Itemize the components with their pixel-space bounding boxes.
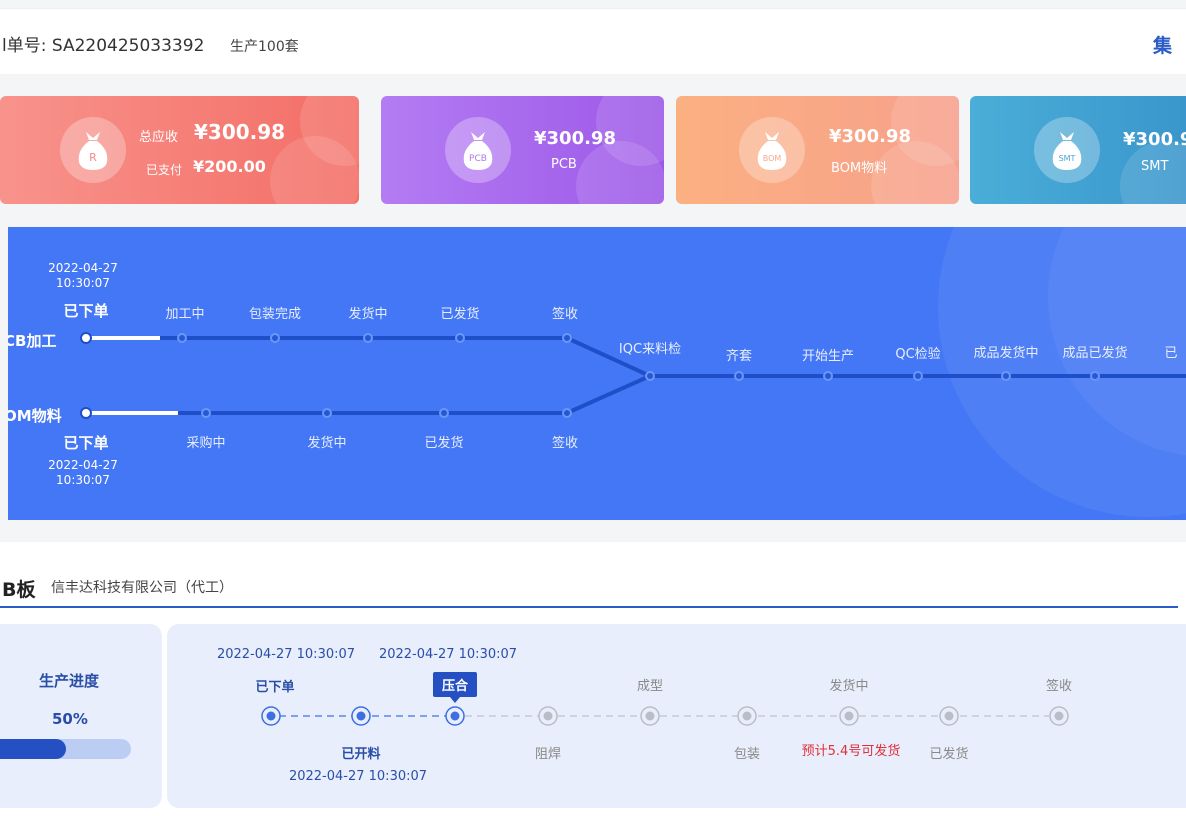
merged-step-4: QC检验 — [895, 347, 941, 362]
section-gap — [0, 520, 1186, 542]
step-date-pressing: 2022-04-27 10:30:07 — [378, 647, 518, 662]
smt-cost-amount: ¥300.9 — [1123, 129, 1186, 150]
order-quantity: 生产100套 — [230, 39, 299, 55]
pcb-row-label: CB加工 — [8, 332, 57, 350]
svg-text:R: R — [89, 151, 97, 164]
step-node-pending — [939, 706, 959, 726]
section-divider — [0, 606, 1178, 608]
pcb-cost-label: PCB — [551, 157, 577, 172]
merged-step-2: 齐套 — [725, 349, 753, 364]
bom-step-2: 发货中 — [307, 436, 347, 451]
bom-cost-label: BOM物料 — [831, 161, 888, 176]
step-label-ordered: 已下单 — [255, 680, 295, 695]
bom-cost-card[interactable]: BOM ¥300.98 BOM物料 — [676, 96, 959, 204]
order-header: l单号: SA220425033392 生产100套 集 — [0, 8, 1186, 74]
pcb-order-time: 10:30:07 — [56, 276, 110, 290]
pcb-step-2: 包装完成 — [248, 307, 302, 322]
smt-cost-label: SMT — [1141, 159, 1169, 174]
header-right-title: 集 — [1153, 35, 1173, 57]
step-label-shipped: 已发货 — [929, 747, 969, 762]
pcb-step-4: 已发货 — [440, 307, 480, 322]
merged-step-6: 成品已发货 — [1062, 346, 1128, 361]
progress-bar-fill — [0, 739, 66, 759]
smt-cost-card[interactable]: SMT ¥300.9 SMT — [970, 96, 1186, 204]
bom-order-datetime: 2022-04-27 10:30:07 — [48, 458, 118, 488]
pcb-section: B板 信丰达科技有限公司（代工） 生产进度 50% 2022-04-27 10:… — [0, 542, 1186, 816]
merged-step-5: 成品发货中 — [973, 346, 1039, 361]
pcb-step-3: 发货中 — [348, 307, 388, 322]
merged-step-1: IQC来料检 — [618, 342, 682, 357]
svg-text:SMT: SMT — [1059, 154, 1076, 163]
pcb-order-date: 2022-04-27 — [48, 261, 118, 275]
flow-lines — [80, 227, 1186, 517]
total-receivable-amount: ¥300.98 — [194, 120, 286, 144]
order-detail-page: l单号: SA220425033392 生产100套 集 R 总应收 ¥300.… — [0, 0, 1186, 816]
total-receivable-label: 总应收 — [139, 130, 179, 145]
pcb-order-status: 已下单 — [63, 302, 109, 320]
pcb-step-1: 加工中 — [165, 307, 205, 322]
pcb-section-title: B板 — [2, 579, 36, 601]
step-node-done — [351, 706, 371, 726]
step-label-cutting: 已开料 — [341, 747, 381, 762]
step-label-packing: 包装 — [733, 747, 761, 762]
order-number: l单号: SA220425033392 — [2, 36, 205, 56]
step-node-pending — [538, 706, 558, 726]
progress-bar — [0, 739, 131, 759]
process-flow-panel: 2022-04-27 10:30:07 已下单 CB加工 加工中 包装完成 发货… — [8, 227, 1186, 520]
money-bag-icon: BOM — [739, 117, 805, 183]
bom-step-3: 已发货 — [424, 436, 464, 451]
progress-percent: 50% — [52, 710, 88, 728]
total-receivable-card[interactable]: R 总应收 ¥300.98 已支付 ¥200.00 — [0, 96, 359, 204]
money-bag-icon: PCB — [445, 117, 511, 183]
step-date-cutting: 2022-04-27 10:30:07 — [288, 769, 428, 784]
bom-step-1: 采购中 — [186, 436, 226, 451]
amount-cards: R 总应收 ¥300.98 已支付 ¥200.00 PCB ¥300.98 PC… — [0, 74, 1186, 226]
pcb-step-5: 签收 — [551, 307, 579, 322]
bom-order-status: 已下单 — [63, 434, 109, 452]
pcb-order-datetime: 2022-04-27 10:30:07 — [48, 261, 118, 291]
money-bag-icon: R — [60, 117, 126, 183]
bom-order-time: 10:30:07 — [56, 473, 110, 487]
svg-text:PCB: PCB — [469, 154, 487, 164]
step-node-pending — [1049, 706, 1069, 726]
current-step-badge: 压合 — [432, 672, 478, 703]
step-label-forming: 成型 — [636, 679, 664, 694]
step-node-current — [445, 706, 465, 726]
paid-label: 已支付 — [146, 163, 183, 177]
production-steps-card: 2022-04-27 10:30:07 2022-04-27 10:30:07 … — [167, 624, 1186, 808]
merged-step-3: 开始生产 — [801, 349, 855, 364]
production-progress-card: 生产进度 50% — [0, 624, 162, 808]
money-bag-icon: SMT — [1034, 117, 1100, 183]
step-eta-note: 预计5.4号可发货 — [801, 744, 901, 759]
pcb-cost-card[interactable]: PCB ¥300.98 PCB — [381, 96, 664, 204]
progress-title: 生产进度 — [39, 672, 100, 690]
merged-step-7: 已 — [1164, 346, 1178, 361]
step-label-solder-mask: 阻焊 — [534, 747, 562, 762]
bom-row-label: OM物料 — [8, 407, 62, 425]
bom-cost-amount: ¥300.98 — [829, 126, 911, 147]
bom-order-date: 2022-04-27 — [48, 458, 118, 472]
step-node-pending — [737, 706, 757, 726]
svg-text:BOM: BOM — [763, 154, 782, 163]
step-node-pending — [640, 706, 660, 726]
step-label-received: 签收 — [1045, 679, 1073, 694]
step-node-pending — [839, 706, 859, 726]
step-label-shipping: 发货中 — [829, 679, 869, 694]
paid-amount: ¥200.00 — [193, 157, 266, 176]
pcb-cost-amount: ¥300.98 — [534, 128, 616, 149]
pcb-section-supplier: 信丰达科技有限公司（代工） — [51, 580, 233, 596]
step-date-ordered: 2022-04-27 10:30:07 — [216, 647, 356, 662]
bom-step-4: 签收 — [551, 436, 579, 451]
step-node-done — [261, 706, 281, 726]
